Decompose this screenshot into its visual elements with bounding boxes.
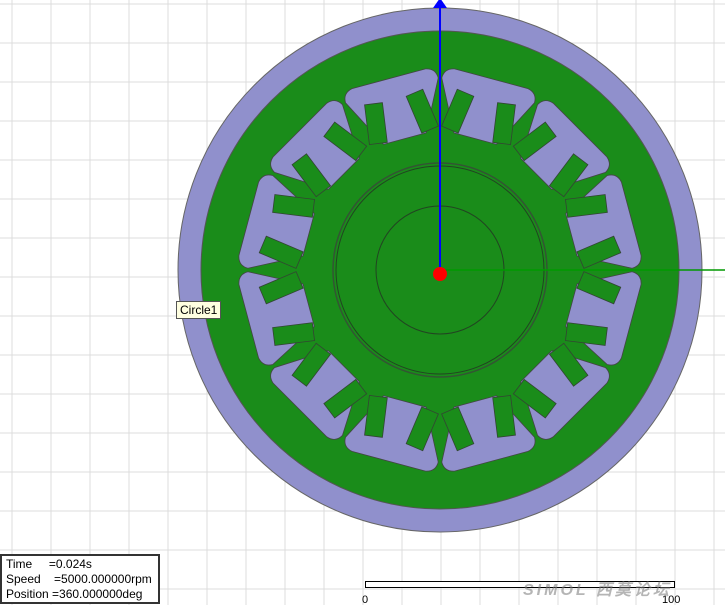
simulation-info-box: Time =0.024s Speed =5000.000000rpm Posit… xyxy=(0,554,160,604)
position-readout: Position =360.000000deg xyxy=(6,587,143,601)
object-tooltip: Circle1 xyxy=(176,301,222,319)
time-readout: Time =0.024s xyxy=(6,557,92,571)
modeler-viewport[interactable] xyxy=(0,0,725,605)
speed-readout: Speed =5000.000000rpm xyxy=(6,572,152,586)
origin-marker-icon xyxy=(433,267,447,281)
watermark-logo: SIMOL 西莫论坛 xyxy=(523,582,672,599)
scale-min-label: 0 xyxy=(362,594,369,606)
